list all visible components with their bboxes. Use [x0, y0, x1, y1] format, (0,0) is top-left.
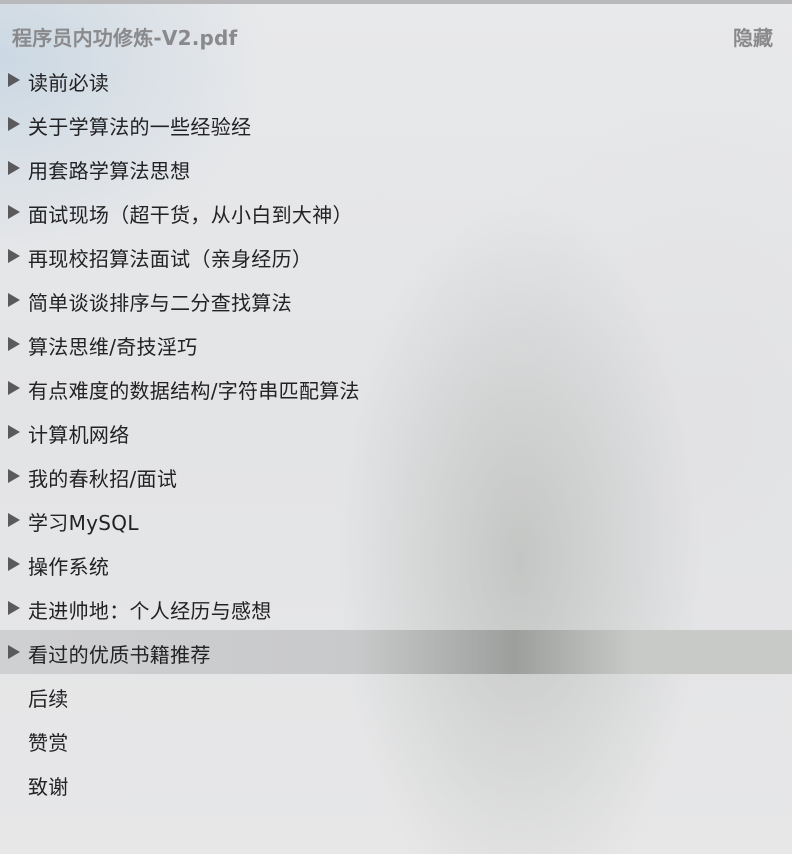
toc-item[interactable]: 我的春秋招/面试	[0, 454, 792, 498]
toc-item[interactable]: 简单谈谈排序与二分查找算法	[0, 278, 792, 322]
toc-item-label: 计算机网络	[28, 423, 130, 447]
disclosure-triangle-icon[interactable]	[7, 380, 21, 396]
disclosure-triangle-icon[interactable]	[7, 512, 21, 528]
toc-item-label: 算法思维/奇技淫巧	[28, 335, 198, 359]
toc-item-label: 赞赏	[28, 731, 69, 755]
toc-item[interactable]: 关于学算法的一些经验经	[0, 102, 792, 146]
toc-item-label: 走进帅地：个人经历与感想	[28, 599, 272, 623]
toc-item-label: 再现校招算法面试（亲身经历）	[28, 247, 313, 271]
toc-item[interactable]: 读前必读	[0, 58, 792, 102]
disclosure-triangle-icon[interactable]	[7, 600, 21, 616]
toc-item-label: 学习MySQL	[28, 511, 139, 535]
toc-item-label: 致谢	[28, 775, 69, 799]
toc-item-label: 关于学算法的一些经验经	[28, 115, 252, 139]
disclosure-triangle-icon[interactable]	[7, 336, 21, 352]
toc-item[interactable]: 算法思维/奇技淫巧	[0, 322, 792, 366]
toc-item[interactable]: 学习MySQL	[0, 498, 792, 542]
toc-item-label: 后续	[28, 687, 69, 711]
table-of-contents: 读前必读关于学算法的一些经验经 用套路学算法思想面试现场（超干货，从小白到大神） 再…	[0, 58, 792, 806]
disclosure-triangle-icon[interactable]	[7, 116, 21, 132]
disclosure-triangle-icon[interactable]	[7, 204, 21, 220]
document-title: 程序员内功修炼-V2.pdf	[12, 26, 238, 50]
toc-item-label: 读前必读	[28, 71, 110, 95]
toc-item[interactable]: 看过的优质书籍推荐	[0, 630, 792, 674]
toc-item[interactable]: 走进帅地：个人经历与感想	[0, 586, 792, 630]
toc-item-label: 面试现场（超干货，从小白到大神）	[28, 203, 353, 227]
toc-item[interactable]: 用套路学算法思想	[0, 146, 792, 190]
toc-item-label: 有点难度的数据结构/字符串匹配算法	[28, 379, 360, 403]
disclosure-triangle-icon[interactable]	[7, 556, 21, 572]
toc-item[interactable]: 有点难度的数据结构/字符串匹配算法	[0, 366, 792, 410]
toc-item[interactable]: 致谢	[0, 762, 792, 806]
toc-item[interactable]: 操作系统	[0, 542, 792, 586]
disclosure-triangle-icon[interactable]	[7, 248, 21, 264]
toc-item-label: 简单谈谈排序与二分查找算法	[28, 291, 292, 315]
hide-button[interactable]: 隐藏	[733, 22, 773, 51]
toc-item[interactable]: 再现校招算法面试（亲身经历）	[0, 234, 792, 278]
disclosure-triangle-icon[interactable]	[7, 424, 21, 440]
disclosure-triangle-icon[interactable]	[7, 160, 21, 176]
toc-item[interactable]: 赞赏	[0, 718, 792, 762]
toc-item[interactable]: 计算机网络	[0, 410, 792, 454]
toc-item[interactable]: 后续	[0, 674, 792, 718]
toc-item-label: 我的春秋招/面试	[28, 467, 178, 491]
disclosure-triangle-icon[interactable]	[7, 468, 21, 484]
toc-item-label: 用套路学算法思想	[28, 159, 191, 183]
toc-item[interactable]: 面试现场（超干货，从小白到大神）	[0, 190, 792, 234]
disclosure-triangle-icon[interactable]	[7, 292, 21, 308]
toc-item-label: 操作系统	[28, 555, 110, 579]
disclosure-triangle-icon[interactable]	[7, 72, 21, 88]
outline-header: 程序员内功修炼-V2.pdf 隐藏	[0, 4, 792, 66]
disclosure-triangle-icon[interactable]	[7, 644, 21, 660]
toc-item-label: 看过的优质书籍推荐	[28, 643, 211, 667]
pdf-outline-panel: 程序员内功修炼-V2.pdf 隐藏 读前必读关于学算法的一些经验经 用套路学算法思…	[0, 0, 792, 854]
